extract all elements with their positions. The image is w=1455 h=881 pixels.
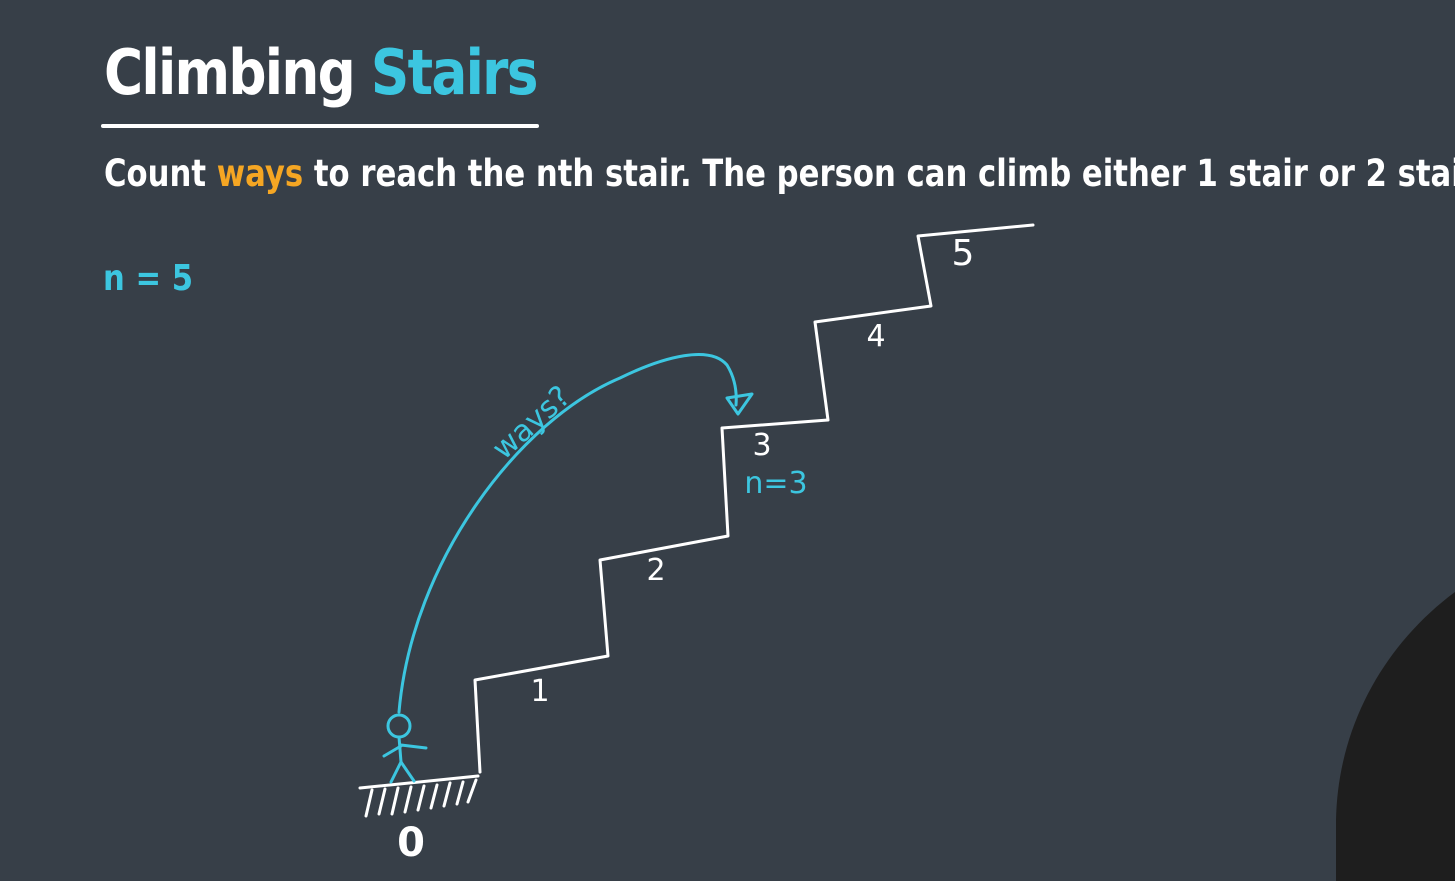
ground-hatch — [358, 774, 480, 818]
arrowhead-icon — [725, 392, 754, 416]
step-label-3: 3 — [752, 428, 771, 463]
step-label-5: 5 — [952, 233, 975, 274]
stick-figure-icon — [382, 713, 428, 784]
step-label-4: 4 — [866, 319, 885, 354]
step-label-1: 1 — [530, 674, 549, 709]
webcam-overlay — [1336, 592, 1455, 881]
ground-label: 0 — [397, 820, 425, 866]
arrow-label-ways: ways? — [486, 379, 578, 467]
target-note: n=3 — [744, 466, 807, 501]
stairs-diagram: 0 1 2 3 4 5 ways? n=3 — [358, 223, 1455, 881]
slide: Climbing Stairs Count ways to reach the … — [0, 0, 1455, 881]
step-label-2: 2 — [646, 553, 665, 588]
